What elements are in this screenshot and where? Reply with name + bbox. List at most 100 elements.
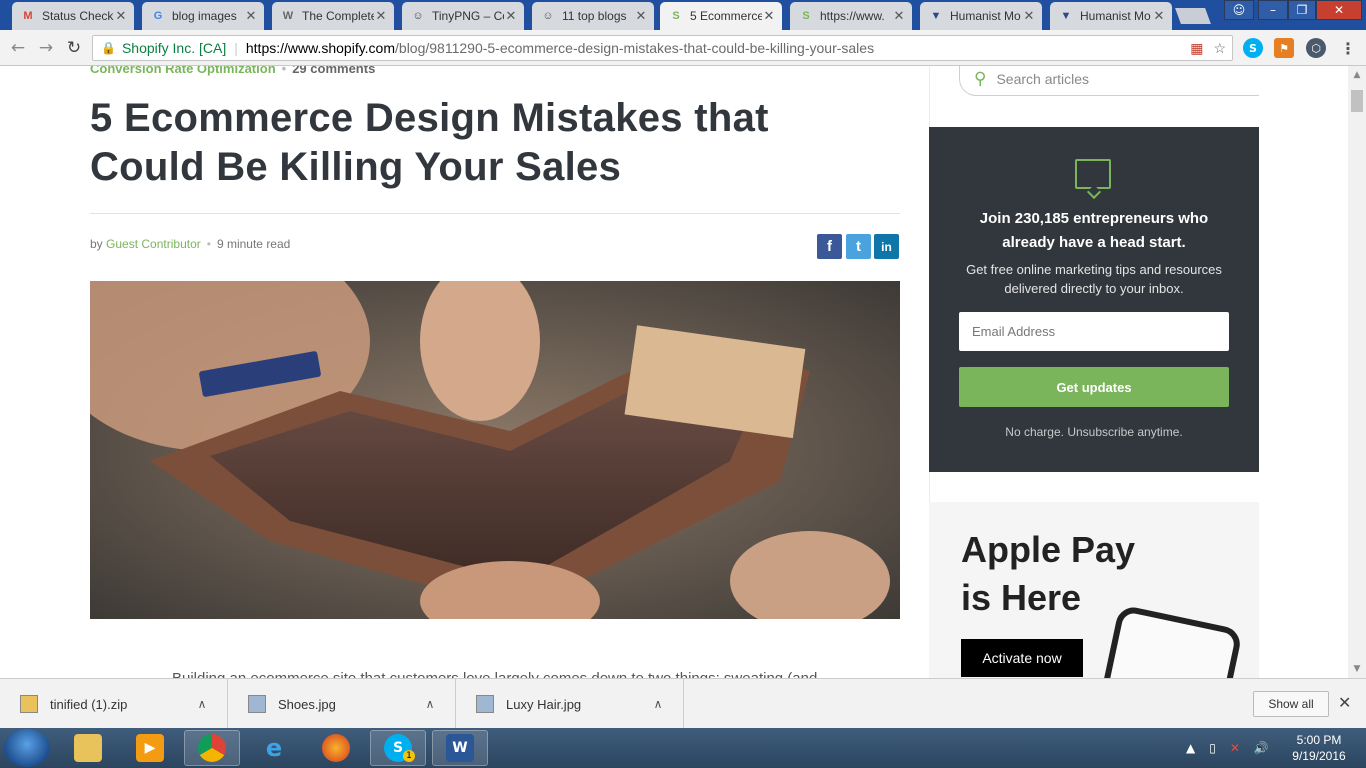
promo-headline-line-1: Apple Pay xyxy=(961,529,1136,570)
profile-button[interactable]: ☺ xyxy=(1224,0,1254,20)
windows-taskbar: ▶ e S1 W ▲ ▯ ✕ 🔊 5:00 PM 9/19/2016 xyxy=(0,728,1366,768)
activate-now-button[interactable]: Activate now xyxy=(961,639,1083,677)
back-icon[interactable]: ← xyxy=(8,38,28,58)
tab-title: 11 top blogs xyxy=(562,9,627,23)
comments-link[interactable]: 29 comments xyxy=(292,66,375,76)
tab-title: https://www. xyxy=(820,9,885,23)
forward-icon[interactable]: → xyxy=(36,38,56,58)
scroll-up-arrow-icon[interactable]: ▲ xyxy=(1348,70,1366,80)
close-tab-icon[interactable]: ✕ xyxy=(1022,8,1036,24)
internet-explorer-icon: e xyxy=(265,734,283,762)
tab-3[interactable]: W The Complete ✕ xyxy=(272,2,394,30)
search-input[interactable] xyxy=(996,70,1237,87)
show-hidden-icons-icon[interactable]: ▲ xyxy=(1186,741,1195,755)
browser-toolbar: ← → ↻ 🔒 Shopify Inc. [CA] | https://www.… xyxy=(0,30,1366,66)
address-bar[interactable]: 🔒 Shopify Inc. [CA] | https://www.shopif… xyxy=(92,35,1233,61)
reload-icon[interactable]: ↻ xyxy=(64,38,84,58)
face-icon: ☺ xyxy=(542,10,554,22)
system-tray: ▲ ▯ ✕ 🔊 xyxy=(1186,728,1269,768)
tab-6[interactable]: S 5 Ecommerce ✕ xyxy=(660,2,782,30)
maximize-button[interactable]: ❐ xyxy=(1288,0,1316,20)
category-link[interactable]: Conversion Rate Optimization xyxy=(90,66,276,76)
volume-icon[interactable]: 🔊 xyxy=(1254,741,1269,755)
download-item[interactable]: Luxy Hair.jpg ∧ xyxy=(456,679,684,729)
firefox-icon xyxy=(322,734,350,762)
tab-1[interactable]: M Status Check ✕ xyxy=(12,2,134,30)
byline: by Guest Contributor • 9 minute read xyxy=(90,237,290,251)
promo-headline-line-2: is Here xyxy=(961,577,1082,618)
tab-4[interactable]: ☺ TinyPNG – Co ✕ xyxy=(402,2,524,30)
hexagon-extension-icon[interactable]: ⬡ xyxy=(1306,38,1326,58)
taskbar-firefox[interactable] xyxy=(308,730,364,766)
close-tab-icon[interactable]: ✕ xyxy=(634,8,648,24)
menu-icon[interactable]: ⋮ xyxy=(1338,38,1358,58)
close-tab-icon[interactable]: ✕ xyxy=(114,8,128,24)
tab-7[interactable]: Shttps://www. ✕ xyxy=(790,2,912,30)
close-tab-icon[interactable]: ✕ xyxy=(244,8,258,24)
linkedin-share-icon[interactable]: in xyxy=(874,234,899,259)
chevron-up-icon[interactable]: ∧ xyxy=(418,697,442,711)
ad-block-icon[interactable]: ▦ xyxy=(1190,40,1203,57)
word-icon: W xyxy=(446,734,474,762)
taskbar-skype[interactable]: S1 xyxy=(370,730,426,766)
taskbar-file-explorer[interactable] xyxy=(60,730,116,766)
folder-icon xyxy=(74,734,102,762)
tab-title: The Complete xyxy=(302,9,374,23)
start-button[interactable] xyxy=(4,729,50,767)
tab-2[interactable]: Gblog images ✕ xyxy=(142,2,264,30)
address-separator: | xyxy=(234,40,238,56)
close-tab-icon[interactable]: ✕ xyxy=(504,8,518,24)
page-scrollbar[interactable]: ▲ ▼ xyxy=(1348,66,1366,678)
taskbar-chrome[interactable] xyxy=(184,730,240,766)
search-icon: ⚲ xyxy=(974,68,987,88)
taskbar-internet-explorer[interactable]: e xyxy=(246,730,302,766)
byline-prefix: by xyxy=(90,237,103,251)
scroll-down-arrow-icon[interactable]: ▼ xyxy=(1348,664,1366,674)
clock-time: 5:00 PM xyxy=(1296,733,1342,747)
facebook-share-icon[interactable]: f xyxy=(817,234,842,259)
tab-5[interactable]: ☺ 11 top blogs ✕ xyxy=(532,2,654,30)
author-link[interactable]: Guest Contributor xyxy=(106,237,201,251)
signup-subtext: Get free online marketing tips and resou… xyxy=(966,262,1222,296)
newsletter-signup-panel: Join 230,185 entrepreneurs who already h… xyxy=(929,127,1259,472)
twitter-share-icon[interactable]: t xyxy=(846,234,871,259)
device-icon[interactable]: ▯ xyxy=(1209,741,1216,755)
tag-extension-icon[interactable]: ⚑ xyxy=(1274,38,1294,58)
get-updates-button[interactable]: Get updates xyxy=(959,367,1229,407)
taskbar-media-player[interactable]: ▶ xyxy=(122,730,178,766)
url-path: /blog/9811290-5-ecommerce-design-mistake… xyxy=(395,40,875,56)
system-clock[interactable]: 5:00 PM 9/19/2016 xyxy=(1284,732,1354,764)
chevron-up-icon[interactable]: ∧ xyxy=(190,697,214,711)
download-filename: tinified (1).zip xyxy=(50,696,128,712)
network-icon[interactable]: ✕ xyxy=(1230,741,1240,755)
skype-extension-icon[interactable]: S xyxy=(1243,38,1263,58)
close-tab-icon[interactable]: ✕ xyxy=(1152,8,1166,24)
panda-icon: ☺ xyxy=(412,10,424,22)
new-tab-button[interactable] xyxy=(1175,8,1211,24)
search-box[interactable]: ⚲ xyxy=(959,66,1259,96)
read-time: 9 minute read xyxy=(216,237,291,251)
bookmark-star-icon[interactable]: ☆ xyxy=(1213,40,1226,57)
article-title: 5 Ecommerce Design Mistakes that Could B… xyxy=(90,96,769,189)
url-host: https://www.shopify.com xyxy=(245,40,396,56)
download-item[interactable]: tinified (1).zip ∧ xyxy=(0,679,228,729)
close-download-bar-icon[interactable]: ✕ xyxy=(1338,693,1351,713)
close-tab-icon[interactable]: ✕ xyxy=(374,8,388,24)
taskbar-word[interactable]: W xyxy=(432,730,488,766)
hero-image-empty-wallet xyxy=(90,281,900,619)
apple-pay-promo[interactable]: Apple Pay is Here Activate now xyxy=(929,502,1259,678)
shopify-icon: S xyxy=(802,10,810,22)
chevron-up-icon[interactable]: ∧ xyxy=(646,697,670,711)
tab-8[interactable]: ▼ Humanist Mo ✕ xyxy=(920,2,1042,30)
close-tab-icon[interactable]: ✕ xyxy=(762,8,776,24)
email-field[interactable] xyxy=(959,312,1229,351)
close-tab-icon[interactable]: ✕ xyxy=(892,8,906,24)
minimize-button[interactable]: – xyxy=(1258,0,1288,20)
site-identity[interactable]: Shopify Inc. [CA] xyxy=(122,40,226,56)
tab-9[interactable]: ▼ Humanist Mo ✕ xyxy=(1050,2,1172,30)
scrollbar-thumb[interactable] xyxy=(1351,90,1363,112)
download-item[interactable]: Shoes.jpg ∧ xyxy=(228,679,456,729)
show-all-downloads-button[interactable]: Show all xyxy=(1253,691,1329,717)
image-file-icon xyxy=(476,695,494,713)
close-window-button[interactable]: ✕ xyxy=(1316,0,1362,20)
